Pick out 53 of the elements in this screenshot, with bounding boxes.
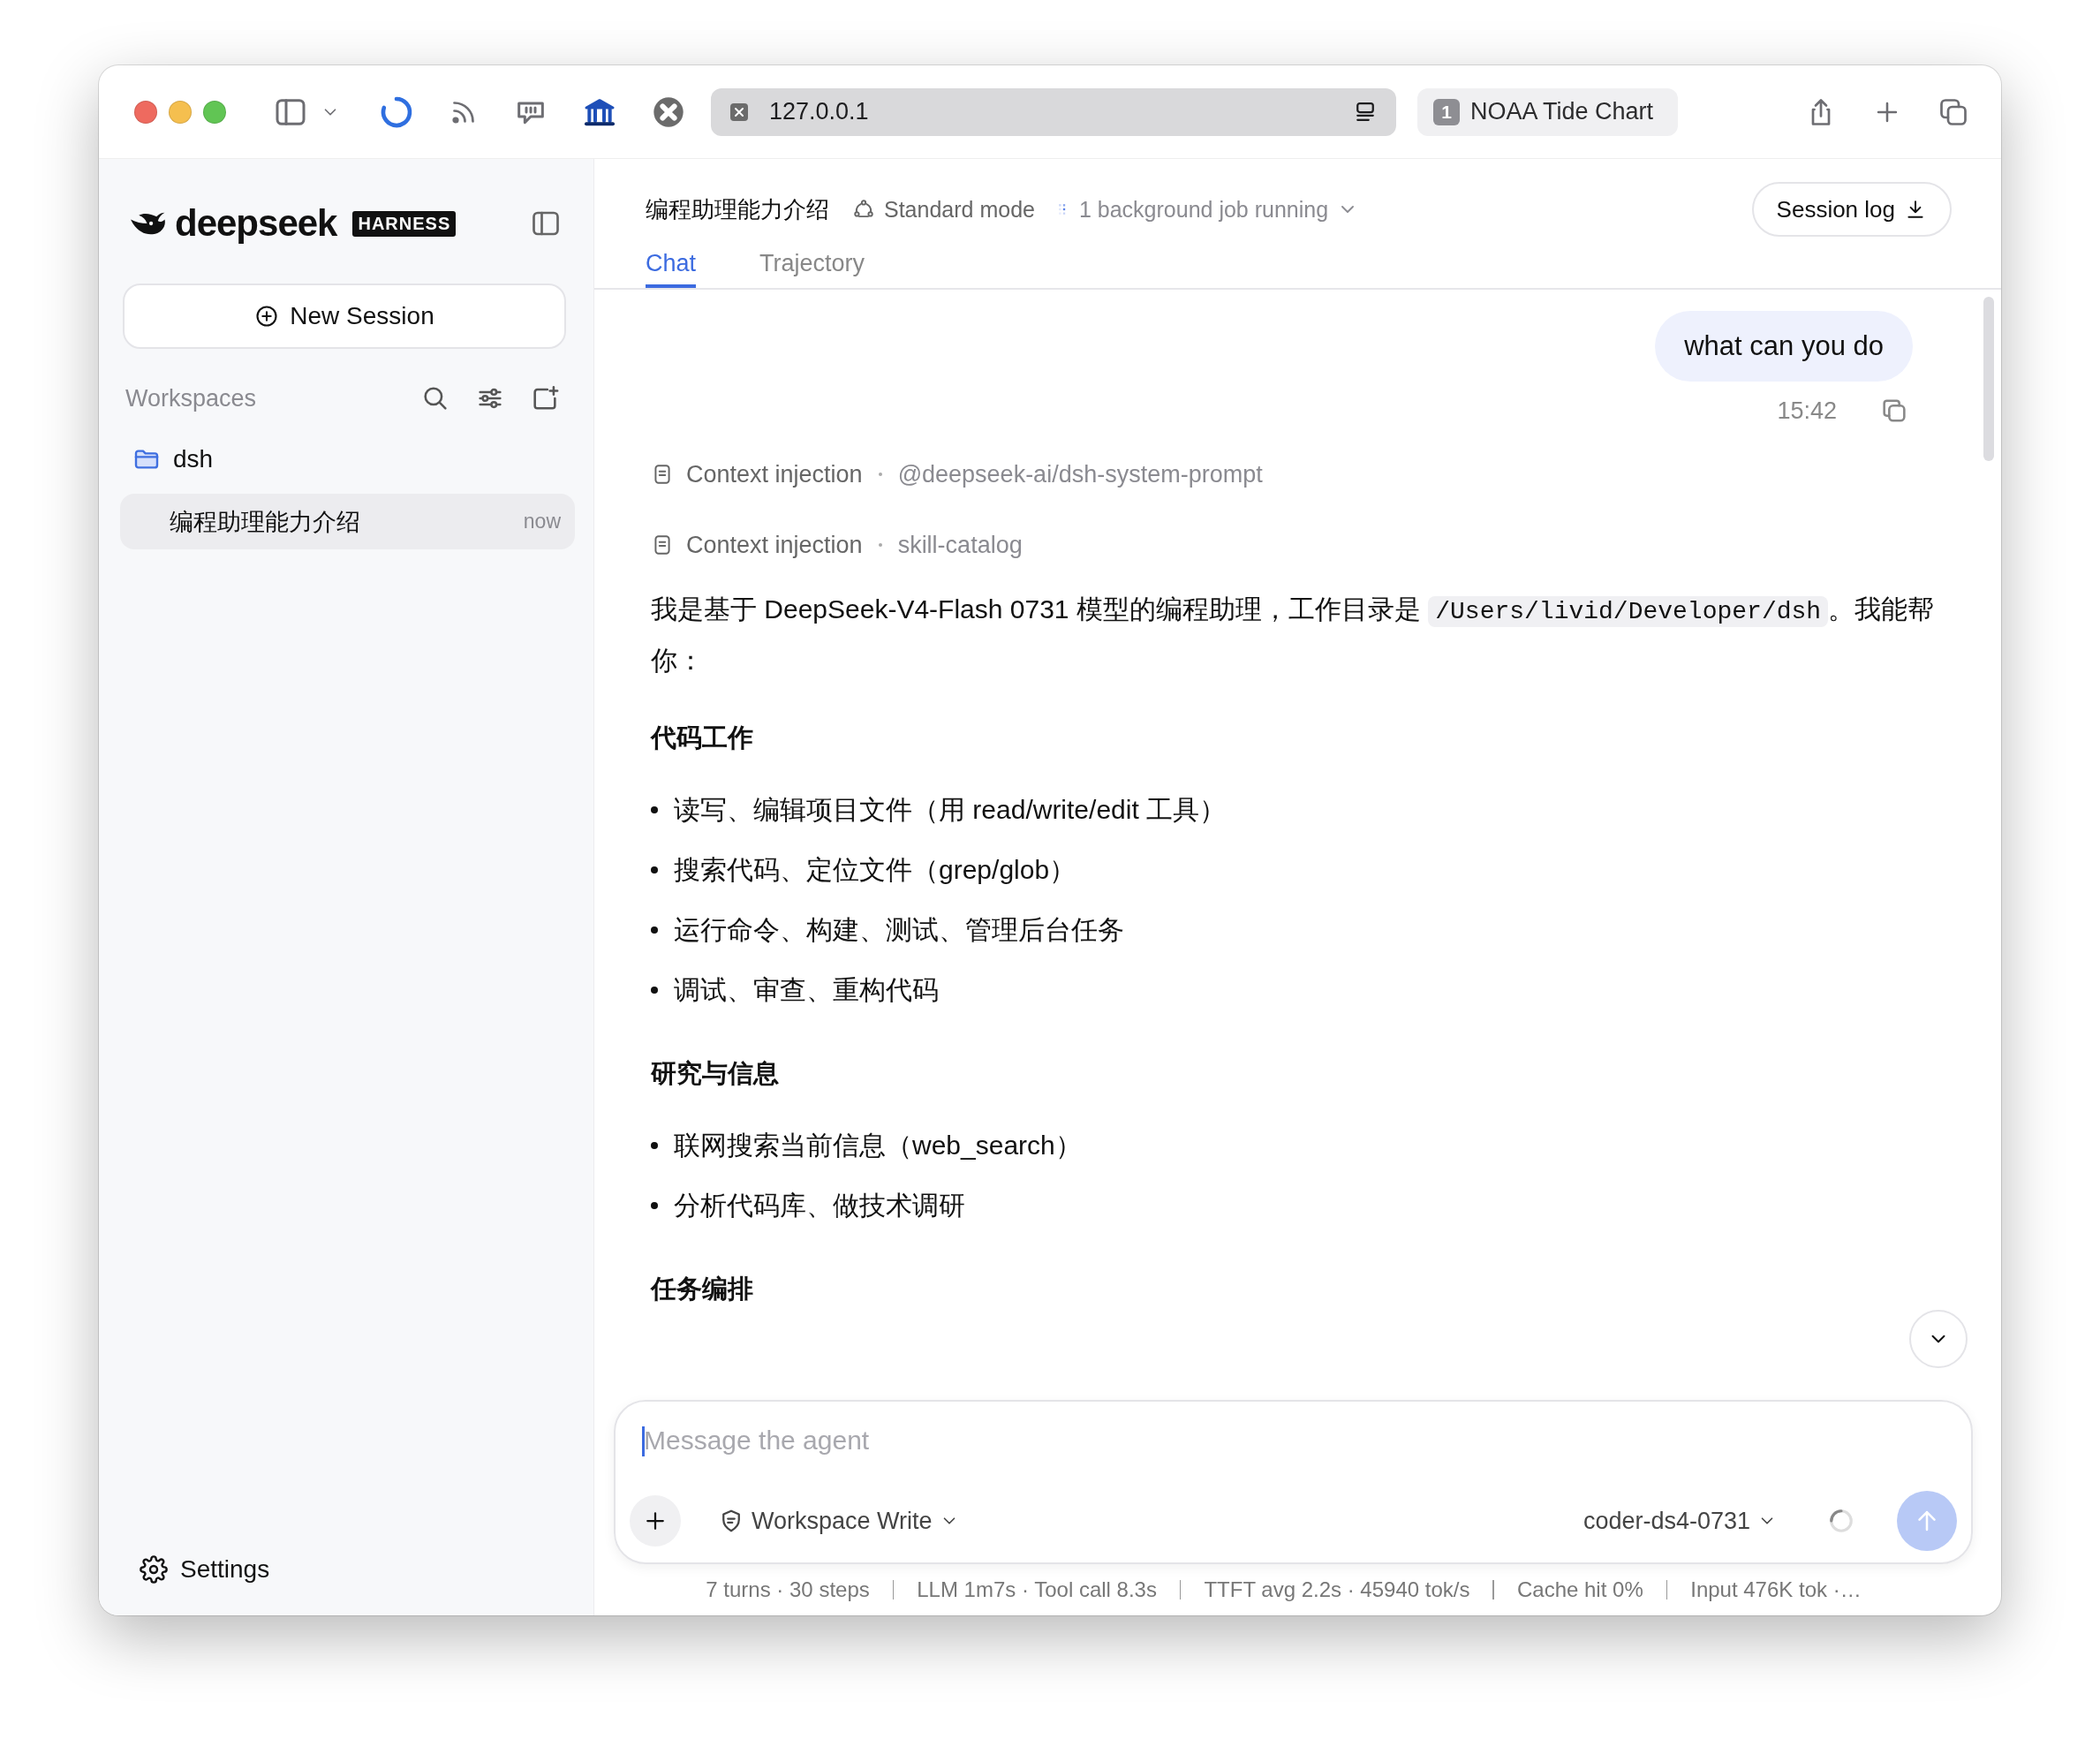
list-item: 联网搜索当前信息（web_search） [674, 1129, 1082, 1161]
assistant-paragraph: 我是基于 DeepSeek-V4-Flash 0731 模型的编程助理，工作目录是 /Users/livid/Developer/dsh 。我能帮你： [651, 594, 1936, 677]
list-item: 搜索代码、定位文件（grep/glob） [674, 853, 1076, 886]
workspace-item[interactable]: dsh [125, 437, 567, 481]
user-message: what can you do [1655, 311, 1913, 382]
close-tab-icon[interactable] [729, 101, 750, 123]
address-bar[interactable]: 127.0.0.1 [711, 87, 1396, 136]
zoom-window-button[interactable] [203, 100, 226, 124]
bullet-icon [651, 987, 658, 994]
context-source: skill-catalog [897, 531, 1023, 559]
brand-name: deepseek [175, 202, 337, 245]
browser-tab[interactable]: 1 NOAA Tide Chart [1417, 87, 1679, 136]
context-source: @deepseek-ai/dsh-system-prompt [897, 460, 1263, 488]
list-item: 调试、审查、重构代码 [674, 973, 939, 1006]
bullet-icon [651, 806, 658, 813]
usage-stat: TTFT avg 2.2s · 45940 tok/s [1204, 1577, 1470, 1602]
usage-stat: Cache hit 0% [1516, 1577, 1643, 1602]
new-session-button[interactable]: New Session [123, 284, 566, 349]
settings-button[interactable]: Settings [140, 1555, 270, 1584]
tab-count-badge: 1 [1433, 98, 1460, 125]
section-heading: 研究与信息 [651, 1058, 780, 1089]
product-badge: HARNESS [352, 210, 457, 237]
close-window-button[interactable] [134, 100, 157, 124]
list-item: 读写、编辑项目文件（用 read/write/edit 工具） [674, 793, 1227, 826]
bullet-icon [651, 1202, 658, 1209]
scrollbar-thumb[interactable] [1983, 297, 1994, 461]
usage-stat: Input 476K tok ·… [1690, 1577, 1862, 1602]
context-label: Context injection [686, 531, 863, 559]
text-cursor [642, 1426, 645, 1456]
section-heading: 任务编排 [651, 1274, 754, 1305]
bullet-icon [651, 1142, 658, 1149]
model-dropdown[interactable]: coder-ds4-0731 [1577, 1507, 1782, 1535]
list-item: 分析代码库、做技术调研 [674, 1189, 965, 1221]
bullet-icon [651, 926, 658, 934]
bullet-icon [651, 866, 658, 874]
context-label: Context injection [686, 460, 863, 488]
session-log-button[interactable]: Session log [1751, 182, 1952, 237]
usage-stat: LLM 1m7s · Tool call 8.3s [917, 1577, 1157, 1602]
message-time: 15:42 [1777, 397, 1837, 425]
mode-label: Standard mode [884, 196, 1035, 223]
usage-stat: 7 turns · 30 steps [706, 1577, 870, 1602]
loading-icon [1828, 1508, 1854, 1534]
tab[interactable]: Chat [646, 242, 697, 288]
background-job-status: 1 background job running [1078, 196, 1329, 223]
section-label: Workspaces [125, 384, 258, 412]
session-title: 编程助理能力介绍 [646, 194, 829, 224]
permission-dropdown[interactable]: Workspace Write [713, 1507, 964, 1535]
list-item: 运行命令、构建、测试、管理后台任务 [674, 913, 1124, 946]
section-heading: 代码工作 [651, 722, 754, 753]
session-time: now [523, 510, 561, 533]
session-item[interactable]: 编程助理能力介绍 now [120, 494, 575, 549]
settings-icon [140, 1555, 168, 1584]
tab[interactable]: Trajectory [759, 242, 865, 288]
